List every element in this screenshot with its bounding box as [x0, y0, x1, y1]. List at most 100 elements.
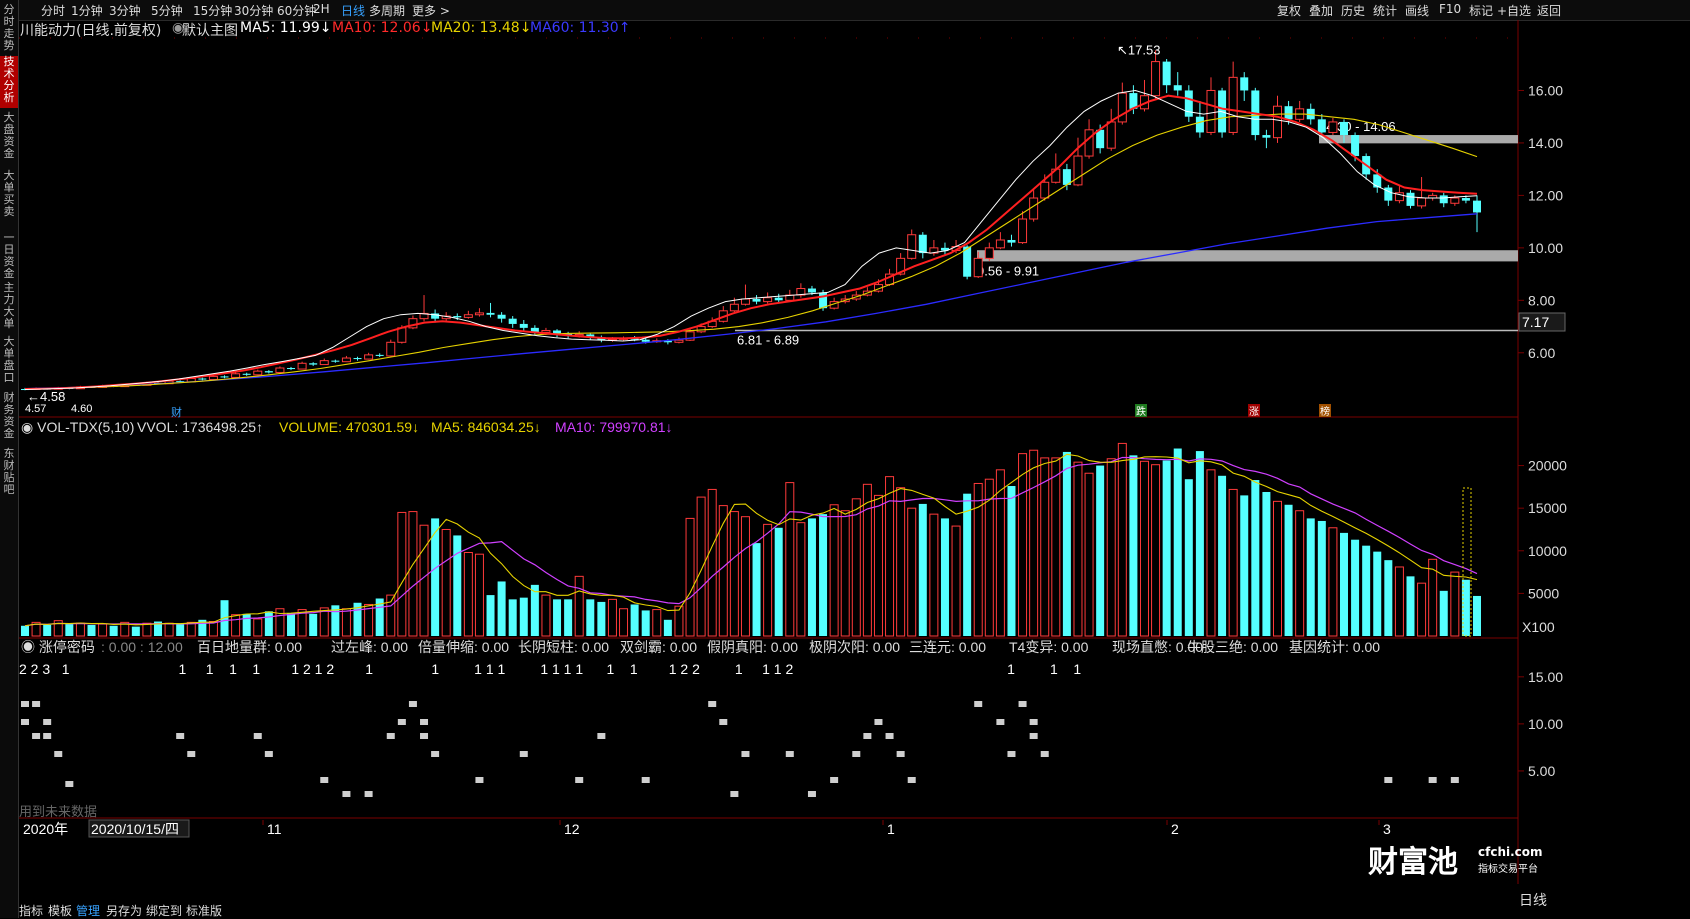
period-tab-6[interactable]: 60分钟	[277, 2, 316, 19]
candle[interactable]	[1139, 79, 1149, 112]
tool-button-0[interactable]: 复权	[1277, 2, 1301, 19]
candle[interactable]	[1117, 82, 1127, 125]
candle[interactable]	[497, 312, 506, 323]
tool-button-7[interactable]: +自选	[1497, 2, 1531, 19]
sidebar-tab-2[interactable]: 大盘资金	[0, 112, 18, 164]
candle[interactable]	[1162, 58, 1171, 94]
tool-button-8[interactable]: 返回	[1537, 2, 1561, 19]
candle[interactable]	[319, 358, 329, 366]
sidebar-tab-1[interactable]: 技术分析	[0, 56, 18, 108]
tool-button-6[interactable]: 标记	[1469, 2, 1493, 19]
event-tag-zhang[interactable]: 涨	[1249, 406, 1259, 418]
candle[interactable]	[297, 361, 307, 370]
main-chart-mode[interactable]: 默认主图	[182, 20, 238, 40]
tool-button-5[interactable]: F10	[1439, 2, 1461, 16]
candle[interactable]	[718, 306, 728, 323]
period-tab-2[interactable]: 3分钟	[109, 2, 141, 19]
candle[interactable]	[907, 229, 917, 260]
candle[interactable]	[1295, 100, 1305, 122]
candle[interactable]	[1428, 192, 1438, 201]
sidebar-tab-3[interactable]: 大单买卖	[0, 170, 18, 222]
candle[interactable]	[364, 352, 374, 360]
tool-button-3[interactable]: 统计	[1373, 2, 1397, 19]
bottom-tab-5[interactable]: 标准版	[186, 902, 222, 919]
candle[interactable]	[1228, 61, 1238, 136]
candle[interactable]	[553, 329, 562, 338]
candle[interactable]	[740, 284, 750, 306]
chart-area[interactable]: 16.0014.0012.0010.008.006.007.1714.30 - …	[19, 20, 1690, 884]
tool-button-2[interactable]: 历史	[1341, 2, 1365, 19]
candle[interactable]	[1106, 108, 1116, 151]
candle[interactable]	[242, 372, 251, 376]
stock-name[interactable]: 川能动力(日线.前复权)	[20, 20, 161, 40]
candle[interactable]	[375, 353, 384, 357]
candle[interactable]	[419, 295, 429, 322]
candle[interactable]	[1384, 184, 1393, 206]
candle[interactable]	[253, 369, 263, 376]
candle[interactable]	[220, 375, 229, 379]
period-tab-5[interactable]: 30分钟	[234, 2, 273, 19]
sidebar-tab-8[interactable]: 东财贴吧	[0, 448, 18, 500]
bottom-tab-1[interactable]: 模板	[48, 902, 72, 919]
volume-bar	[918, 503, 927, 636]
candle[interactable]	[1151, 50, 1161, 99]
candle[interactable]	[331, 359, 340, 363]
candle[interactable]	[508, 316, 517, 328]
candle[interactable]	[287, 366, 296, 371]
bottom-tab-2[interactable]: 管理	[76, 902, 100, 919]
period-tab-1[interactable]: 1分钟	[71, 2, 103, 19]
candle[interactable]	[519, 319, 528, 332]
candle[interactable]	[264, 370, 273, 374]
sidebar-tab-0[interactable]: 分时走势	[0, 4, 18, 56]
candle[interactable]	[486, 302, 495, 318]
event-tag-bang[interactable]: 榜	[1320, 405, 1330, 418]
candle[interactable]	[353, 356, 362, 361]
sidebar-tab-5[interactable]: 主力大单	[0, 282, 18, 334]
bottom-tab-3[interactable]: 另存为	[106, 902, 142, 919]
candle[interactable]	[940, 242, 949, 255]
event-tag-die[interactable]: 跌	[1136, 405, 1146, 418]
period-tab-4[interactable]: 15分钟	[193, 2, 232, 19]
candle[interactable]	[1007, 234, 1016, 247]
sidebar-tab-6[interactable]: 大单盘口	[0, 336, 18, 388]
candle[interactable]	[198, 377, 207, 381]
candle[interactable]	[1406, 190, 1415, 209]
bottom-tab-0[interactable]: 指标	[19, 902, 43, 919]
candle[interactable]	[309, 362, 318, 366]
period-label[interactable]: 日线	[1519, 890, 1547, 910]
period-tab-7[interactable]: 2H	[313, 2, 330, 16]
candle[interactable]	[918, 232, 927, 259]
period-tab-3[interactable]: 5分钟	[151, 2, 183, 19]
candle[interactable]	[1439, 192, 1448, 208]
candle[interactable]	[408, 315, 418, 330]
candle[interactable]	[1195, 100, 1204, 138]
candle[interactable]	[1018, 211, 1028, 244]
candle[interactable]	[386, 339, 396, 357]
candle[interactable]	[752, 295, 761, 305]
tool-button-1[interactable]: 叠加	[1309, 2, 1333, 19]
candle[interactable]	[1417, 177, 1427, 209]
bottom-tab-4[interactable]: 绑定到	[146, 902, 182, 919]
candle[interactable]	[275, 366, 285, 373]
period-tab-8[interactable]: 日线	[341, 2, 365, 19]
event-tag-cai[interactable]: 财	[171, 405, 182, 419]
candle[interactable]	[763, 292, 773, 304]
candle[interactable]	[1184, 85, 1193, 122]
sidebar-tab-4[interactable]: 一日资金	[0, 232, 18, 284]
vol-indicator-name[interactable]: ◉ VOL-TDX(5,10)	[21, 419, 134, 435]
candle[interactable]	[341, 355, 351, 363]
period-tab-10[interactable]: 更多 >	[412, 2, 450, 19]
candle[interactable]	[1240, 72, 1249, 101]
period-tab-0[interactable]: 分时	[41, 2, 65, 19]
tool-button-4[interactable]: 画线	[1405, 2, 1429, 19]
candle[interactable]	[995, 232, 1005, 250]
candle[interactable]	[1173, 72, 1182, 96]
period-tab-9[interactable]: 多周期	[369, 2, 405, 19]
candle[interactable]	[1262, 129, 1271, 149]
candle[interactable]	[796, 283, 806, 298]
candle[interactable]	[463, 310, 473, 319]
candle[interactable]	[474, 308, 484, 317]
sidebar-tab-7[interactable]: 财务资金	[0, 392, 18, 444]
candle[interactable]	[984, 242, 994, 261]
code-indicator-name[interactable]: ◉ 涨停密码	[21, 639, 95, 655]
